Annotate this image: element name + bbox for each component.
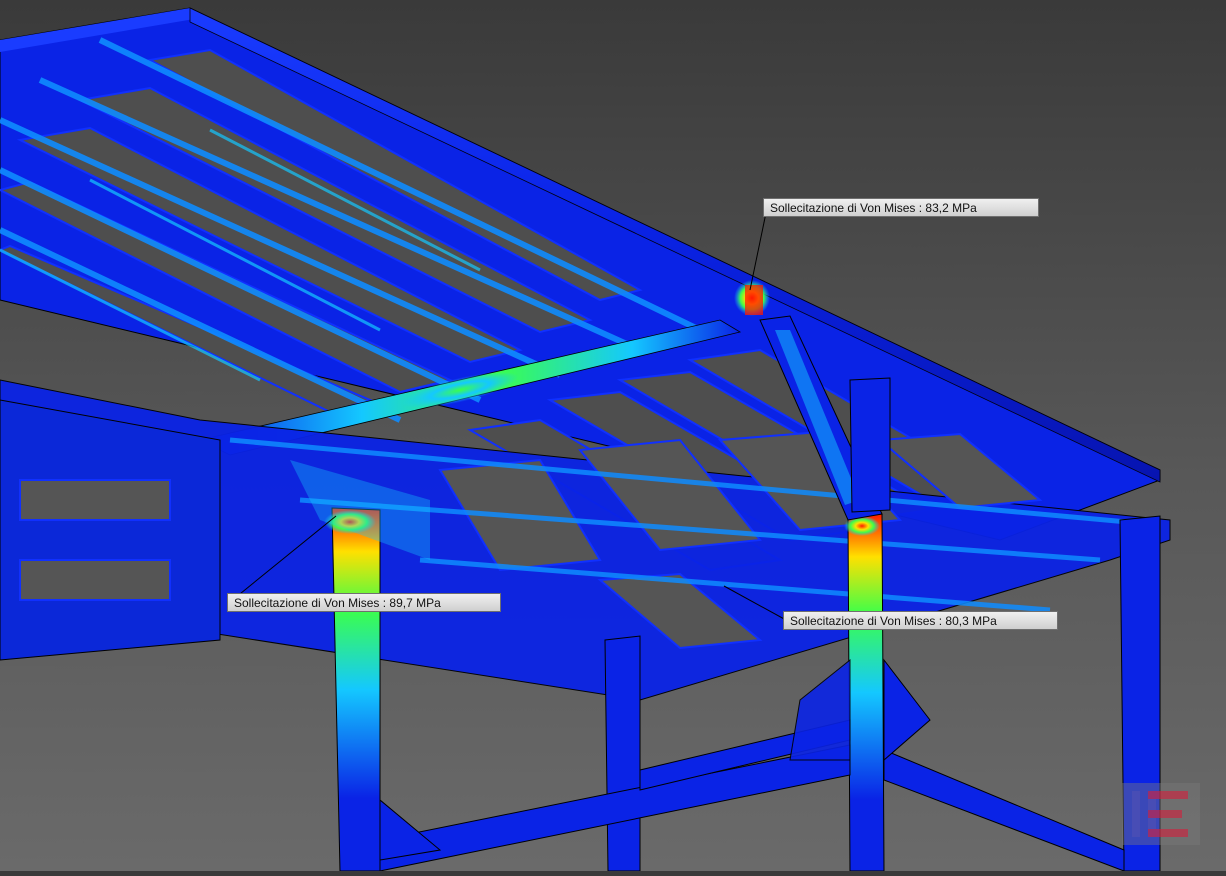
probe-text: Sollecitazione di Von Mises : 80,3 MPa <box>790 614 997 628</box>
probe-text: Sollecitazione di Von Mises : 89,7 MPa <box>234 596 441 610</box>
ie-logo-icon <box>1122 783 1200 845</box>
probe-label-2[interactable]: Sollecitazione di Von Mises : 89,7 MPa <box>227 593 501 612</box>
probe-label-1[interactable]: Sollecitazione di Von Mises : 83,2 MPa <box>763 198 1039 217</box>
fea-model-render <box>0 7 1171 872</box>
probe-label-3[interactable]: Sollecitazione di Von Mises : 80,3 MPa <box>783 611 1058 630</box>
fea-viewport[interactable]: Sollecitazione di Von Mises : 83,2 MPa S… <box>0 0 1226 872</box>
probe-text: Sollecitazione di Von Mises : 83,2 MPa <box>770 201 977 215</box>
